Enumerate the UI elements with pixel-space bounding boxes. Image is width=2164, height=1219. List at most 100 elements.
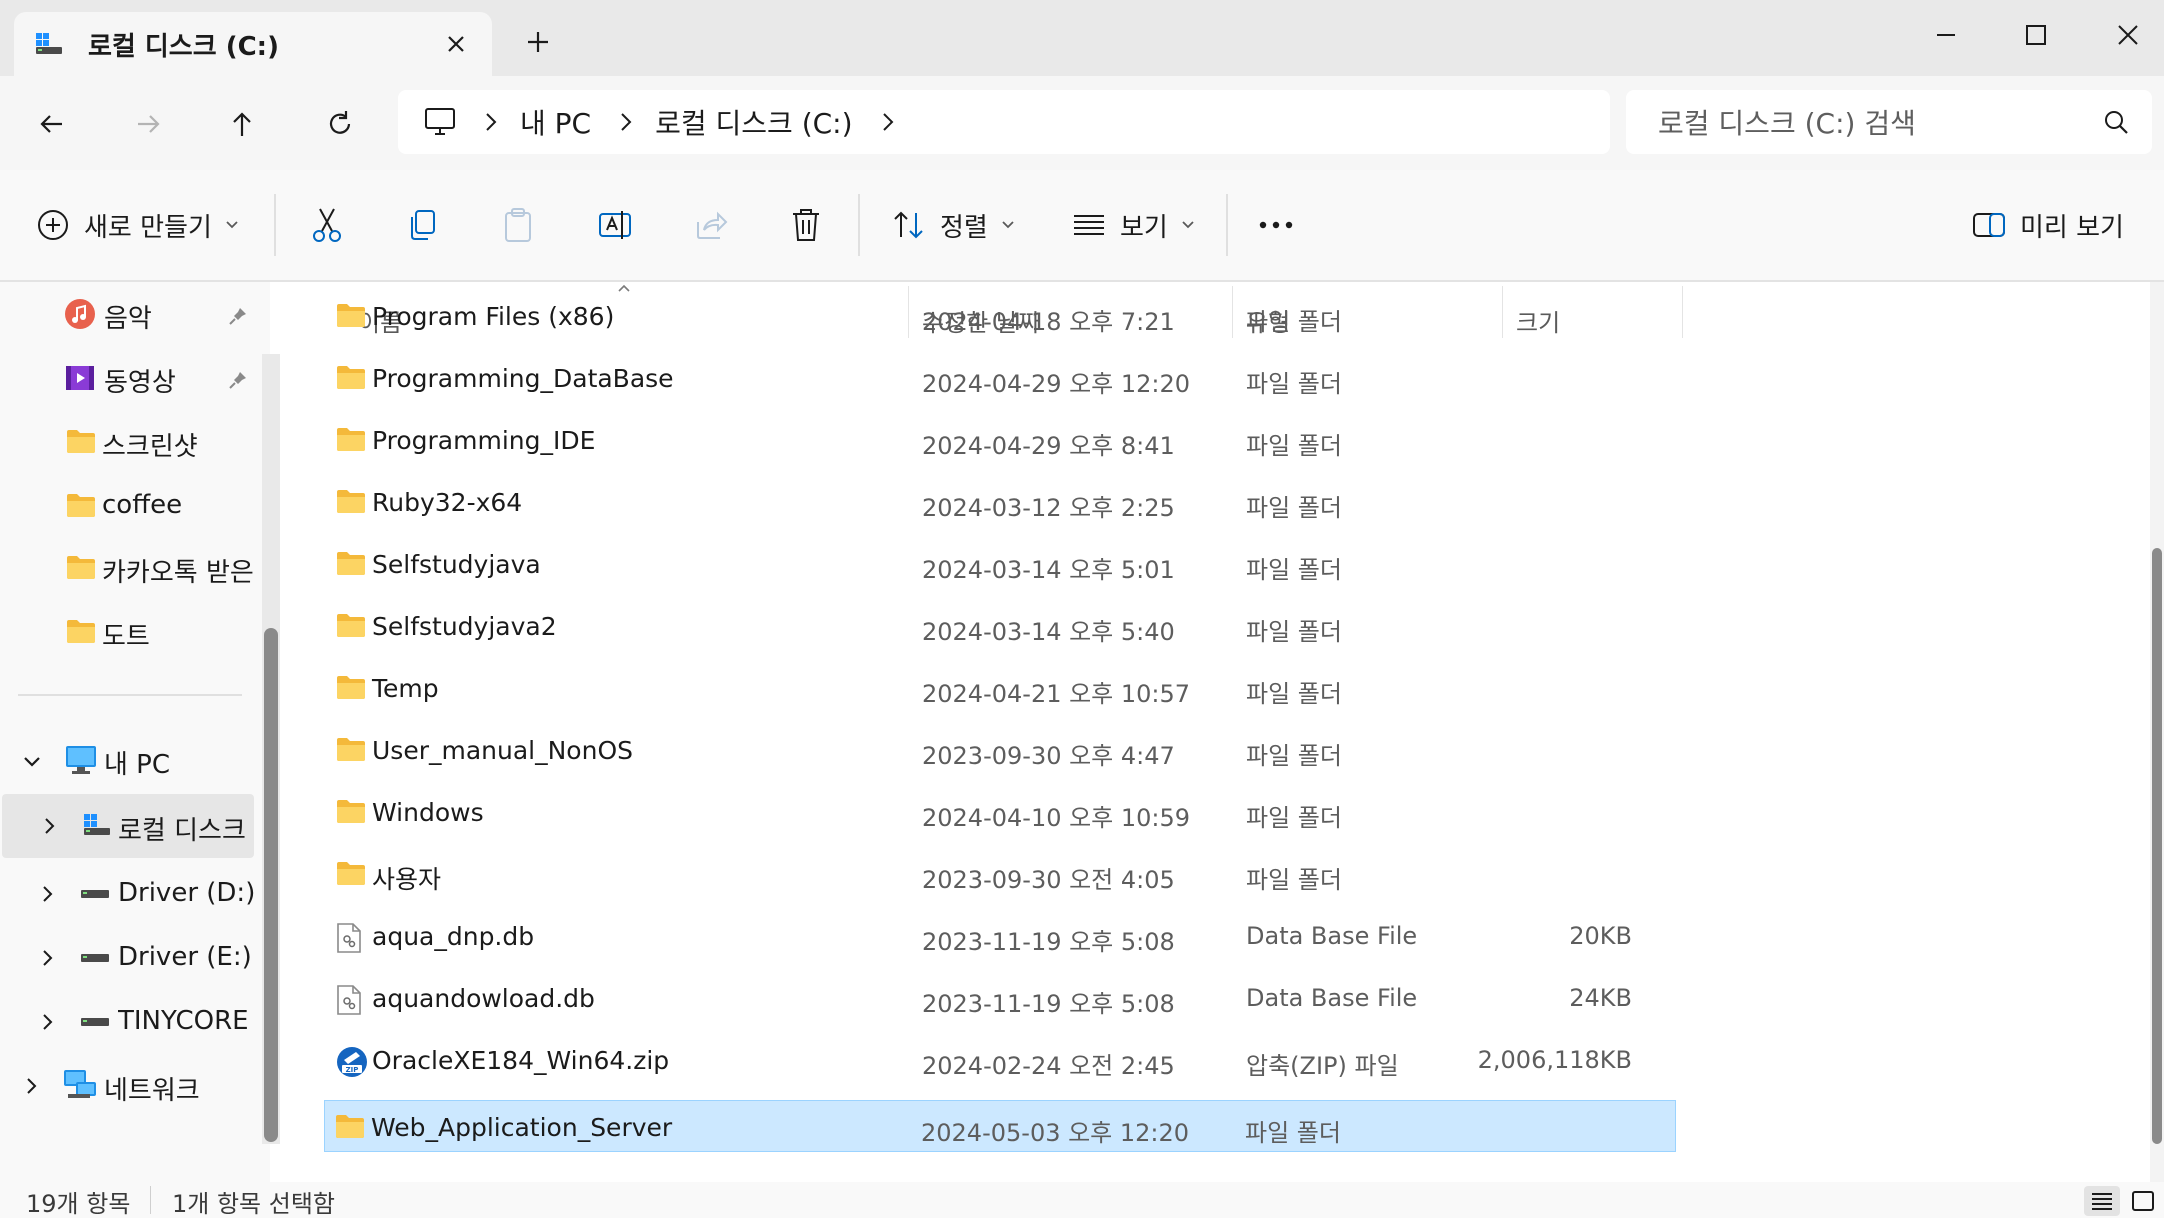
maximize-button[interactable] xyxy=(2004,10,2068,60)
up-button[interactable] xyxy=(218,100,266,148)
table-row[interactable]: Windows 2024-04-10 오후 10:59 파일 폴더 xyxy=(326,786,1674,846)
table-row[interactable]: 사용자 2023-09-30 오전 4:05 파일 폴더 xyxy=(326,848,1674,908)
table-row[interactable]: Temp 2024-04-21 오후 10:57 파일 폴더 xyxy=(326,662,1674,722)
details-view-button[interactable] xyxy=(2084,1186,2120,1216)
table-row[interactable]: Selfstudyjava2 2024-03-14 오후 5:40 파일 폴더 xyxy=(326,600,1674,660)
file-type: 파일 폴더 xyxy=(1246,432,1342,460)
copy-button[interactable] xyxy=(406,170,438,280)
refresh-button[interactable] xyxy=(316,100,364,148)
title-bar: 로컬 디스크 (C:) xyxy=(0,0,2164,76)
table-row[interactable]: Ruby32-x64 2024-03-12 오후 2:25 파일 폴더 xyxy=(326,476,1674,536)
nav-item-screenshots[interactable]: 스크린샷 xyxy=(0,414,256,472)
new-button-label: 새로 만들기 xyxy=(84,212,212,243)
cut-button[interactable] xyxy=(310,170,344,280)
search-icon[interactable] xyxy=(2102,108,2130,136)
clipboard-icon xyxy=(502,207,534,243)
nav-item-label: 도트 xyxy=(102,622,150,652)
folder-icon xyxy=(66,428,96,454)
file-size: 2,006,118KB xyxy=(1477,1046,1632,1074)
table-row-selected[interactable]: Web_Application_Server 2024-05-03 오후 12:2… xyxy=(324,1100,1676,1152)
back-button[interactable] xyxy=(28,100,76,148)
chevron-right-icon[interactable] xyxy=(36,1010,60,1034)
svg-text:ZIP: ZIP xyxy=(346,1066,359,1074)
chevron-down-icon[interactable] xyxy=(20,750,44,774)
file-name: Temp xyxy=(372,674,439,703)
drive-icon xyxy=(82,812,112,838)
nav-item-label: Driver (E:) xyxy=(118,942,252,972)
computer-icon[interactable] xyxy=(424,107,456,137)
table-row[interactable]: Programming_DataBase 2024-04-29 오후 12:20 파… xyxy=(326,352,1674,412)
nav-item-drive-d[interactable]: Driver (D:) xyxy=(0,862,256,926)
nav-scrollbar-thumb[interactable] xyxy=(264,628,278,1142)
chevron-down-icon xyxy=(224,219,240,231)
breadcrumb-this-pc[interactable]: 내 PC xyxy=(520,102,591,142)
nav-item-coffee[interactable]: coffee xyxy=(0,478,256,536)
view-label: 보기 xyxy=(1120,212,1168,243)
table-row[interactable]: User_manual_NonOS 2023-09-30 오후 4:47 파일 폴더 xyxy=(326,724,1674,784)
pin-icon[interactable] xyxy=(228,370,248,390)
search-input[interactable]: 로컬 디스크 (C:) 검색 xyxy=(1626,90,2152,154)
paste-button[interactable] xyxy=(502,170,534,280)
chevron-right-icon[interactable] xyxy=(36,946,60,970)
breadcrumb-local-disk[interactable]: 로컬 디스크 (C:) xyxy=(655,102,852,142)
chevron-down-icon xyxy=(1000,219,1016,231)
nav-item-label: 동영상 xyxy=(104,368,176,398)
chevron-right-icon[interactable] xyxy=(38,814,62,838)
file-modified: 2023-09-30 오전 4:05 xyxy=(922,866,1175,894)
db-file-icon xyxy=(336,984,362,1016)
sort-button[interactable]: 정렬 xyxy=(892,170,1016,280)
file-type: 파일 폴더 xyxy=(1246,308,1342,336)
nav-item-network[interactable]: 네트워크 xyxy=(0,1054,256,1118)
more-options-button[interactable] xyxy=(1258,170,1294,280)
table-row[interactable]: Program Files (x86) 2024-04-18 오후 7:21 파일 … xyxy=(326,290,1674,350)
table-row[interactable]: Selfstudyjava 2024-03-14 오후 5:01 파일 폴더 xyxy=(326,538,1674,598)
file-type: 파일 폴더 xyxy=(1246,556,1342,584)
video-icon xyxy=(64,362,96,394)
table-row[interactable]: Programming_IDE 2024-04-29 오후 8:41 파일 폴더 xyxy=(326,414,1674,474)
folder-icon xyxy=(66,554,96,580)
nav-item-drive-e[interactable]: Driver (E:) xyxy=(0,926,256,990)
nav-item-videos[interactable]: 동영상 xyxy=(0,350,256,408)
share-button[interactable] xyxy=(694,170,728,280)
file-modified: 2023-11-19 오후 5:08 xyxy=(922,990,1175,1018)
view-button[interactable]: 보기 xyxy=(1072,170,1196,280)
file-name: OracleXE184_Win64.zip xyxy=(372,1046,670,1075)
nav-item-music[interactable]: 음악 xyxy=(0,286,256,344)
preview-pane-button[interactable]: 미리 보기 xyxy=(1972,170,2124,280)
column-divider[interactable] xyxy=(1682,286,1683,338)
file-name: Programming_IDE xyxy=(372,426,596,455)
forward-button[interactable] xyxy=(124,100,172,148)
navigation-pane: 음악 동영상 스크린샷 coffee 카카오톡 받은 도트 내 PC 로컬 디스… xyxy=(0,282,270,1182)
chevron-right-icon[interactable] xyxy=(619,111,633,133)
table-row[interactable]: aquandowload.db 2023-11-19 오후 5:08 Data Ba… xyxy=(326,972,1674,1032)
table-row[interactable]: aqua_dnp.db 2023-11-19 오후 5:08 Data Base F… xyxy=(326,910,1674,970)
delete-button[interactable] xyxy=(790,170,822,280)
file-name: Selfstudyjava xyxy=(372,550,541,579)
large-icons-view-button[interactable] xyxy=(2126,1186,2160,1216)
computer-icon xyxy=(64,744,98,776)
folder-icon xyxy=(336,736,366,762)
tab-local-disk[interactable]: 로컬 디스크 (C:) xyxy=(14,12,492,76)
chevron-right-icon[interactable] xyxy=(881,111,895,133)
close-window-button[interactable] xyxy=(2096,10,2160,60)
nav-item-dot[interactable]: 도트 xyxy=(0,604,256,662)
close-tab-icon[interactable] xyxy=(442,30,470,58)
file-type: 파일 폴더 xyxy=(1246,618,1342,646)
address-bar[interactable]: 내 PC 로컬 디스크 (C:) xyxy=(398,90,1610,154)
table-row[interactable]: ZIP OracleXE184_Win64.zip 2024-02-24 오전 2:… xyxy=(326,1034,1674,1094)
file-name: Windows xyxy=(372,798,484,827)
nav-item-local-disk[interactable]: 로컬 디스크 xyxy=(2,794,254,858)
chevron-right-icon[interactable] xyxy=(36,882,60,906)
nav-item-this-pc[interactable]: 내 PC xyxy=(0,732,256,790)
nav-item-tinycore[interactable]: TINYCORE (L xyxy=(0,990,256,1054)
rename-button[interactable] xyxy=(598,170,634,280)
chevron-right-icon[interactable] xyxy=(20,1074,44,1098)
new-tab-button[interactable] xyxy=(522,26,554,58)
new-button[interactable]: 새로 만들기 xyxy=(36,170,240,280)
pin-icon[interactable] xyxy=(228,306,248,326)
minimize-button[interactable] xyxy=(1914,10,1978,60)
scissors-icon xyxy=(310,207,344,243)
content-scrollbar-thumb[interactable] xyxy=(2152,548,2162,1144)
chevron-right-icon[interactable] xyxy=(484,111,498,133)
nav-item-kakaotalk[interactable]: 카카오톡 받은 xyxy=(0,540,256,598)
